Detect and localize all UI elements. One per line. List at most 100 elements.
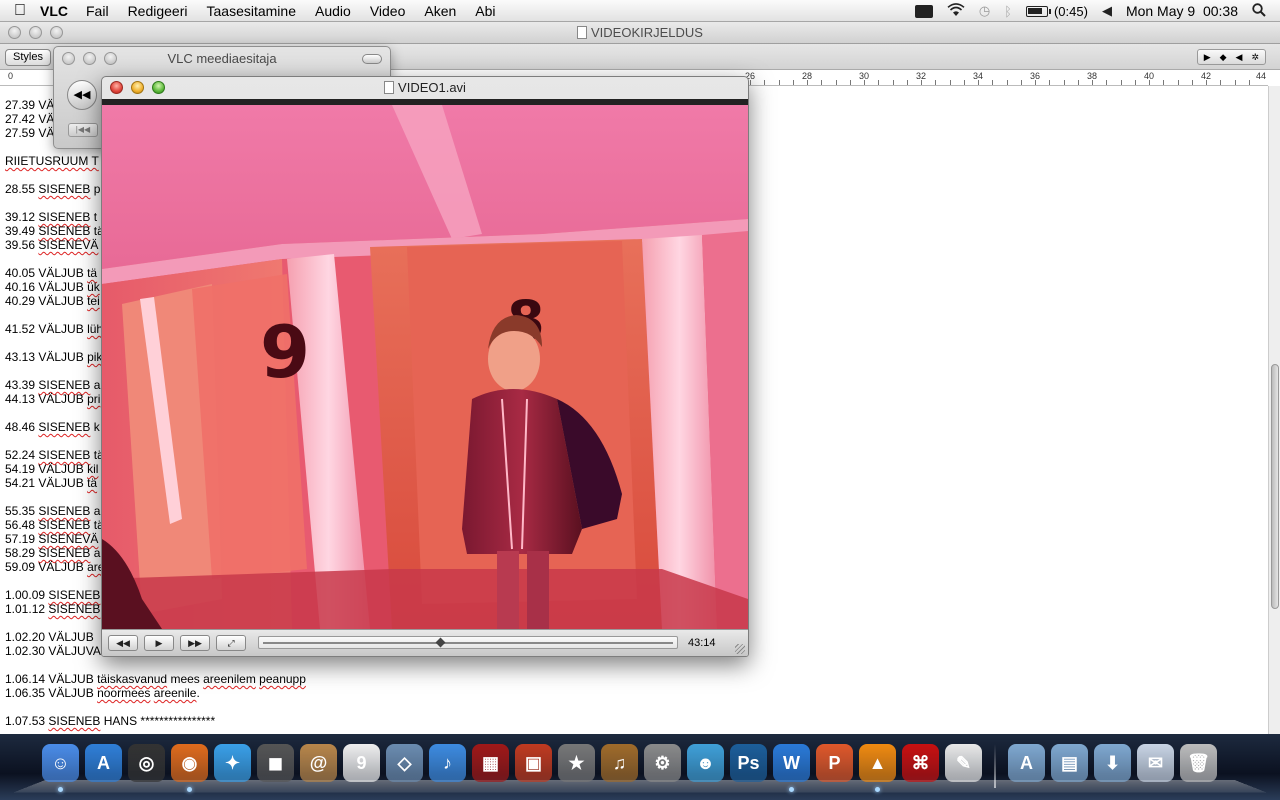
dock-photoshop-icon[interactable]: Ps xyxy=(730,744,767,782)
spotlight-icon[interactable] xyxy=(1252,2,1266,20)
next-icon[interactable]: ▶ xyxy=(1204,52,1211,63)
scroll-thumb[interactable] xyxy=(1271,364,1279,609)
menu-app-name[interactable]: VLC xyxy=(40,3,68,19)
video-frame[interactable]: 9 8 xyxy=(102,99,748,629)
ruler-tick xyxy=(1235,80,1236,85)
document-titlebar[interactable]: VIDEOKIRJELDUS xyxy=(0,22,1280,44)
dock-system-preferences-icon[interactable]: ⚙ xyxy=(644,744,681,782)
menu-aken[interactable]: Aken xyxy=(424,3,456,19)
ruler-tick xyxy=(1206,80,1207,85)
dock-app-store-icon[interactable]: A xyxy=(85,744,122,782)
rewind-button[interactable]: ◀◀ xyxy=(108,635,138,651)
text-run: 54.21 VÄLJUB xyxy=(5,476,88,490)
controller-minimize-button[interactable] xyxy=(83,52,96,65)
prev-icon[interactable]: ◀ xyxy=(1236,52,1243,63)
menu-audio[interactable]: Audio xyxy=(315,3,351,19)
ruler-tick xyxy=(1220,80,1221,85)
settings-icon[interactable]: ✲ xyxy=(1251,52,1259,63)
menu-clock[interactable]: Mon May 9 00:38 xyxy=(1126,3,1238,19)
dock-word-icon[interactable]: W xyxy=(773,744,810,792)
dock-imovie-icon[interactable]: ★ xyxy=(558,744,595,782)
bluetooth-icon[interactable]: ᛒ xyxy=(1004,4,1012,19)
text-run: 1.02.20 VÄLJUB xyxy=(5,630,98,644)
dock-dvd-player-icon[interactable]: ▦ xyxy=(472,744,509,782)
dock-acrobat-icon[interactable]: ⌘ xyxy=(902,744,939,782)
dock-iphoto-icon[interactable]: ◇ xyxy=(386,744,423,782)
dock-address-book-icon[interactable]: @ xyxy=(300,744,337,782)
diamond-icon[interactable]: ◆ xyxy=(1220,52,1227,63)
controller-zoom-button[interactable] xyxy=(104,52,117,65)
video-titlebar[interactable]: VIDEO1.avi xyxy=(102,77,748,99)
misspelled-word: SISENEB xyxy=(48,588,101,602)
misspelled-word: SISENEB xyxy=(38,182,91,196)
styles-button[interactable]: Styles xyxy=(5,49,51,66)
seek-knob[interactable] xyxy=(435,637,446,648)
dock-itunes-icon[interactable]: ♪ xyxy=(429,744,466,782)
misspelled-word: SISENEVÄ xyxy=(38,238,99,252)
dock-finder-icon[interactable]: ☺ xyxy=(42,744,79,792)
video-close-button[interactable] xyxy=(110,81,123,94)
controller-rewind-button[interactable]: ◀◀ xyxy=(67,80,97,110)
zoom-button[interactable] xyxy=(50,26,63,39)
misspelled-word: SISENEB xyxy=(48,602,101,616)
dock-dashboard-icon[interactable]: ◎ xyxy=(128,744,165,782)
toolbar-toggle-button[interactable] xyxy=(362,54,382,64)
controller-previous-button[interactable]: |◀◀ xyxy=(68,123,98,137)
misspelled-word: SISENEB xyxy=(38,224,91,238)
fullscreen-button[interactable]: ⤢ xyxy=(216,635,246,651)
dock-ical-icon[interactable]: 9 xyxy=(343,744,380,782)
ruler-number: 0 xyxy=(8,71,14,81)
seek-slider[interactable] xyxy=(258,636,678,649)
close-button[interactable] xyxy=(8,26,21,39)
dock-powerpoint-icon[interactable]: P xyxy=(816,744,853,782)
dock-facetime-icon[interactable]: ◼ xyxy=(257,744,294,782)
video-minimize-button[interactable] xyxy=(131,81,144,94)
text-run: 1.06.14 VÄLJUB xyxy=(5,672,98,686)
controller-close-button[interactable] xyxy=(62,52,75,65)
dock-mail-stack-icon[interactable]: ✉ xyxy=(1137,744,1174,782)
dock-garageband-icon[interactable]: ♫ xyxy=(601,744,638,782)
dock-safari-icon[interactable]: ✦ xyxy=(214,744,251,782)
controller-titlebar[interactable]: VLC meediaesitaja xyxy=(54,47,390,71)
battery-icon[interactable] xyxy=(1025,5,1051,17)
menu-abi[interactable]: Abi xyxy=(475,3,495,19)
file-icon xyxy=(384,81,395,94)
apple-icon[interactable]:  xyxy=(0,2,40,20)
menu-taasesitamine[interactable]: Taasesitamine xyxy=(207,3,297,19)
wifi-icon[interactable] xyxy=(947,2,965,20)
dock-vlc-icon[interactable]: ▲ xyxy=(859,744,896,792)
misspelled-word: tä xyxy=(87,476,98,490)
ruler-tick xyxy=(1035,80,1036,85)
fast-forward-button[interactable]: ▶▶ xyxy=(180,635,210,651)
misspelled-word: SISENEB xyxy=(38,210,91,224)
vertical-scrollbar[interactable] xyxy=(1268,86,1280,734)
dock-messenger-icon[interactable]: ☻ xyxy=(687,744,724,782)
menu-video[interactable]: Video xyxy=(370,3,406,19)
dock-photo-booth-icon[interactable]: ▣ xyxy=(515,744,552,782)
menu-redigeeri[interactable]: Redigeeri xyxy=(128,3,188,19)
dock-documents-folder-icon[interactable]: ▤ xyxy=(1051,744,1088,782)
ruler-tick xyxy=(864,80,865,85)
dock-downloads-folder-icon[interactable]: ⬇ xyxy=(1094,744,1131,782)
dock-firefox-icon[interactable]: ◉ xyxy=(171,744,208,792)
keyboard-icon[interactable] xyxy=(914,4,933,18)
resize-grip[interactable] xyxy=(735,644,745,654)
toolbar-nav-controls[interactable]: ▶ ◆ ◀ ✲ xyxy=(1196,49,1266,65)
dock-trash-icon[interactable]: 🗑 xyxy=(1180,744,1217,782)
misspelled-word: SISENEB xyxy=(38,518,91,532)
time-machine-icon[interactable]: ◷ xyxy=(979,3,990,19)
volume-icon[interactable]: ◀ xyxy=(1102,3,1112,19)
menu-fail[interactable]: Fail xyxy=(86,3,109,19)
text-run: 39.12 xyxy=(5,210,39,224)
misspelled-word: areenilem xyxy=(203,672,256,686)
ruler-tick xyxy=(1121,80,1122,85)
video-zoom-button[interactable] xyxy=(152,81,165,94)
dock-textedit-icon[interactable]: ✎ xyxy=(945,744,982,782)
play-button[interactable]: ▶ xyxy=(144,635,174,651)
text-run: t xyxy=(90,210,98,224)
dock-applications-folder-icon[interactable]: A xyxy=(1008,744,1045,782)
text-run: 59.09 VÄLJUB xyxy=(5,560,88,574)
ruler-tick xyxy=(950,80,951,85)
minimize-button[interactable] xyxy=(29,26,42,39)
